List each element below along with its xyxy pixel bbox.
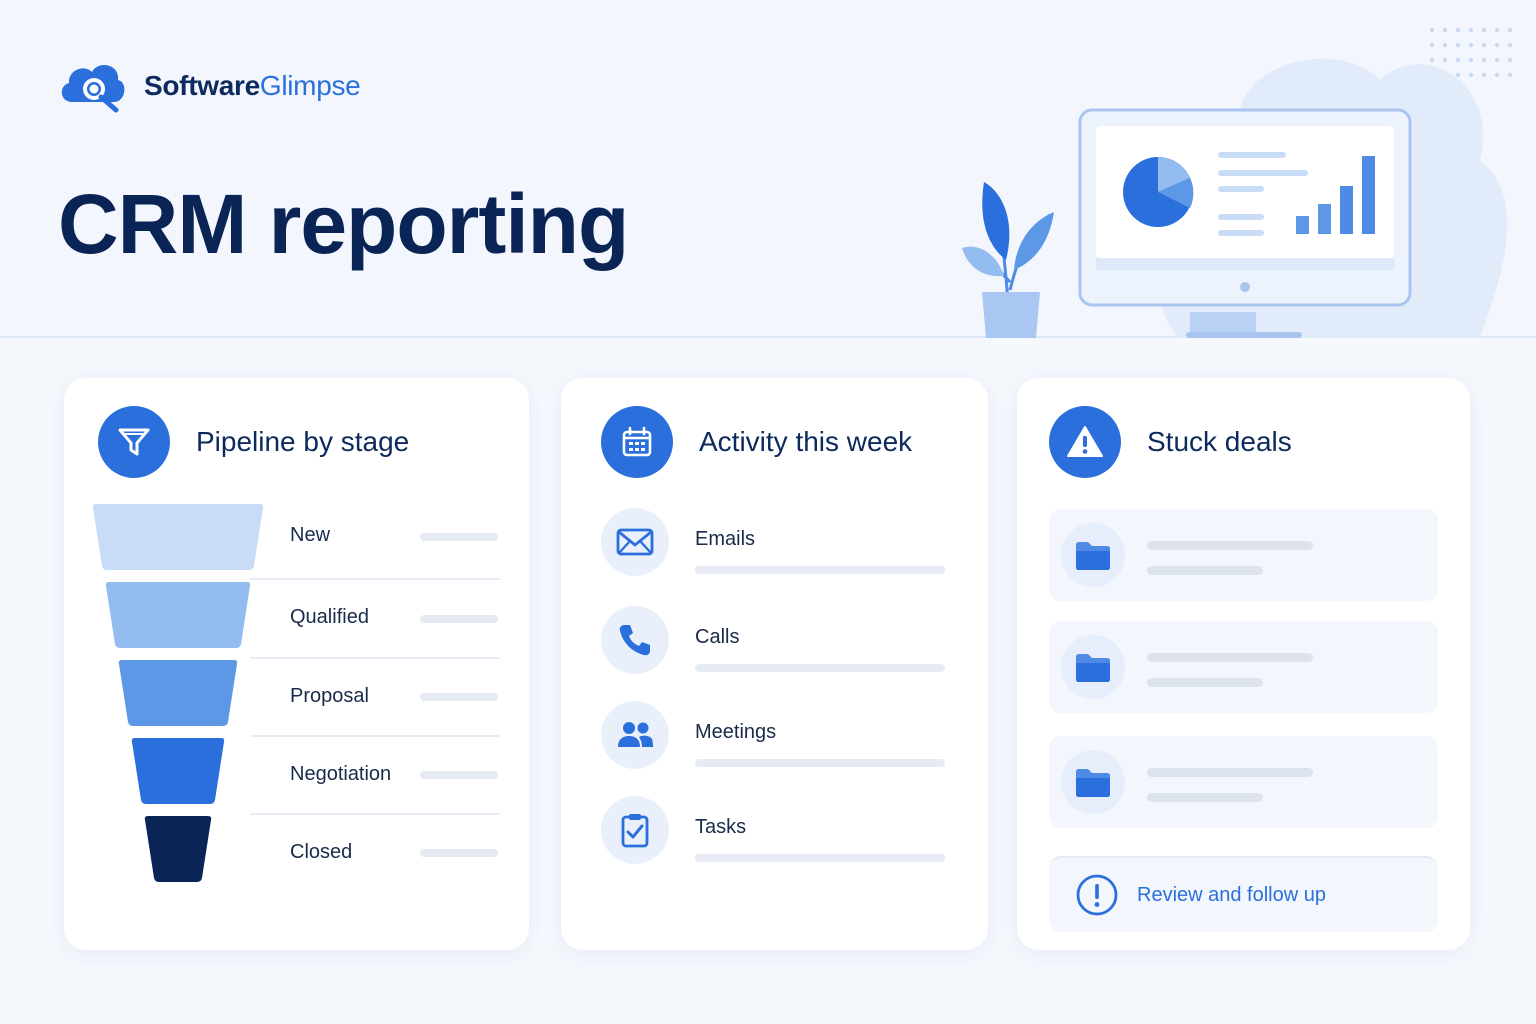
stage-label: Negotiation	[290, 763, 392, 785]
activity-card-header: Activity this week	[601, 406, 912, 478]
clipboard-check-icon	[601, 796, 669, 864]
people-icon	[601, 701, 669, 769]
row-divider	[250, 657, 500, 659]
funnel-segment-closed[interactable]	[144, 816, 212, 882]
activity-label: Calls	[695, 626, 740, 648]
warning-icon	[1049, 406, 1121, 478]
stage-value-placeholder	[420, 693, 498, 701]
stage-row-new[interactable]: New	[250, 504, 500, 582]
review-follow-up-label: Review and follow up	[1137, 883, 1326, 906]
pipeline-card: Pipeline by stage New Qualified Proposal…	[64, 378, 529, 950]
funnel-icon	[98, 406, 170, 478]
stage-label: Qualified	[290, 606, 369, 628]
brand-name-part1: Software	[144, 70, 260, 101]
activity-row-tasks[interactable]: Tasks	[601, 796, 946, 876]
exclamation-circle-icon	[1076, 874, 1118, 916]
activity-label: Tasks	[695, 816, 747, 838]
activity-value-placeholder	[695, 854, 945, 862]
review-follow-up-button[interactable]: Review and follow up	[1049, 856, 1438, 932]
activity-card: Activity this week Emails Calls Meetings…	[561, 378, 988, 950]
brand-logo[interactable]: SoftwareGlimpse	[56, 56, 361, 116]
brand-name-part2: Glimpse	[259, 70, 361, 101]
envelope-icon	[601, 508, 669, 576]
deal-detail-placeholder	[1147, 793, 1263, 802]
funnel-segment-new[interactable]	[92, 504, 264, 570]
page-title: CRM reporting	[58, 177, 629, 271]
pipeline-card-title: Pipeline by stage	[196, 426, 410, 457]
stage-row-closed[interactable]: Closed	[250, 813, 500, 891]
pipeline-funnel	[92, 504, 264, 882]
stuck-card-title: Stuck deals	[1147, 426, 1292, 457]
activity-value-placeholder	[695, 566, 945, 574]
brand-name: SoftwareGlimpse	[144, 70, 361, 102]
plant-icon	[962, 182, 1054, 338]
stage-value-placeholder	[420, 771, 498, 779]
deal-detail-placeholder	[1147, 678, 1263, 687]
folder-icon	[1061, 635, 1125, 699]
stage-label: New	[290, 524, 331, 546]
funnel-segment-qualified[interactable]	[105, 582, 251, 648]
activity-card-title: Activity this week	[699, 426, 913, 457]
cloud-search-icon	[61, 65, 125, 113]
header-banner: SoftwareGlimpse CRM reporting	[0, 0, 1536, 338]
deal-name-placeholder	[1147, 541, 1313, 550]
calendar-icon	[601, 406, 673, 478]
stage-label: Closed	[290, 841, 353, 863]
activity-label: Meetings	[695, 721, 777, 743]
stage-label: Proposal	[290, 685, 369, 707]
deal-detail-placeholder	[1147, 566, 1263, 575]
monitor-icon	[1078, 108, 1412, 338]
activity-label: Emails	[695, 528, 756, 550]
stuck-deal-item[interactable]	[1049, 736, 1438, 828]
stuck-deal-item[interactable]	[1049, 621, 1438, 713]
phone-icon	[601, 606, 669, 674]
funnel-segment-proposal[interactable]	[118, 660, 238, 726]
stage-value-placeholder	[420, 849, 498, 857]
stage-row-proposal[interactable]: Proposal	[250, 657, 500, 735]
funnel-segment-negotiation[interactable]	[131, 738, 225, 804]
folder-icon	[1061, 750, 1125, 814]
folder-icon	[1061, 523, 1125, 587]
pipeline-card-header: Pipeline by stage	[98, 406, 409, 478]
activity-row-emails[interactable]: Emails	[601, 508, 946, 588]
activity-value-placeholder	[695, 664, 945, 672]
stage-value-placeholder	[420, 533, 498, 541]
deal-name-placeholder	[1147, 768, 1313, 777]
deal-name-placeholder	[1147, 653, 1313, 662]
row-divider	[250, 735, 500, 737]
activity-row-calls[interactable]: Calls	[601, 606, 946, 686]
stage-row-qualified[interactable]: Qualified	[250, 578, 500, 656]
activity-value-placeholder	[695, 759, 945, 767]
stuck-deals-card: Stuck deals Review and follow up	[1017, 378, 1470, 950]
stage-row-negotiation[interactable]: Negotiation	[250, 735, 500, 813]
stuck-deal-item[interactable]	[1049, 509, 1438, 601]
activity-row-meetings[interactable]: Meetings	[601, 701, 946, 781]
stuck-card-header: Stuck deals	[1049, 406, 1292, 478]
stage-value-placeholder	[420, 615, 498, 623]
row-divider	[250, 813, 500, 815]
row-divider	[250, 578, 500, 580]
hero-illustration	[962, 58, 1508, 338]
